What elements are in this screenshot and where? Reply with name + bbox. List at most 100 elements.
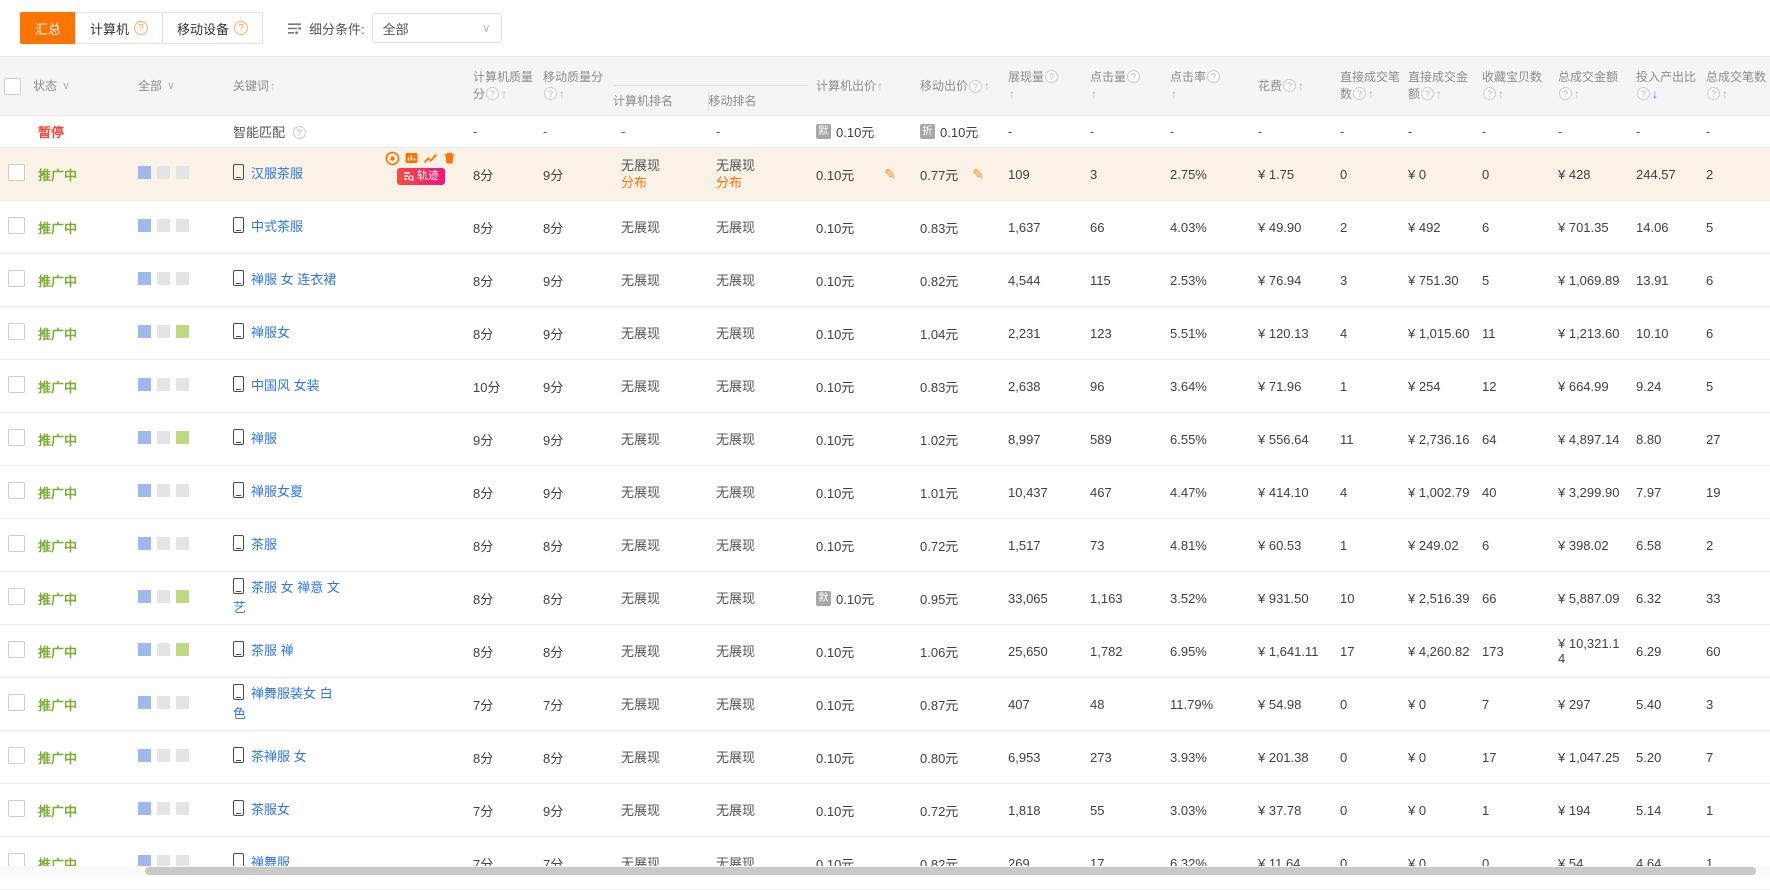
tab-mobile[interactable]: 移动设备 ?: [162, 12, 263, 44]
col-header-direct-amount[interactable]: 直接成交金额?↑: [1400, 57, 1474, 115]
col-header-keyword[interactable]: 关键词 ↑: [225, 57, 465, 115]
cell-clicks: 73: [1082, 538, 1162, 553]
cell-total-orders: 60: [1698, 644, 1770, 659]
col-header-roi[interactable]: 投入产出比?↓: [1628, 57, 1698, 115]
help-icon[interactable]: ?: [1045, 70, 1058, 83]
sort-up-icon: ↑: [1009, 87, 1015, 101]
mobile-device-icon: [233, 323, 244, 339]
cell-mobile-score: -: [535, 124, 613, 139]
help-icon[interactable]: ?: [1637, 87, 1650, 100]
cell-cost: ¥ 60.53: [1250, 538, 1332, 553]
keyword-link[interactable]: 禅服 女 连衣裙: [251, 272, 336, 287]
col-header-mobile-score[interactable]: 移动质量分?↑: [535, 57, 613, 115]
help-icon[interactable]: ?: [1483, 87, 1496, 100]
cell-impressions: 1,818: [1000, 803, 1082, 818]
col-header-computer-score[interactable]: 计算机质量分?↑: [465, 57, 535, 115]
keyword-link[interactable]: 茶服 女 禅意 文艺: [233, 580, 340, 615]
horizontal-scrollbar-thumb[interactable]: [145, 867, 1756, 875]
help-icon[interactable]: ?: [1207, 70, 1220, 83]
col-header-mobile-bid[interactable]: 移动出价?↑: [912, 57, 1000, 115]
col-header-computer-bid[interactable]: 计算机出价↑: [808, 57, 912, 115]
row-checkbox[interactable]: [8, 535, 25, 552]
tab-summary[interactable]: 汇总: [20, 12, 76, 44]
cell-mobile-rank: 无展现 分布: [708, 378, 808, 395]
quality-bar-2: [157, 537, 170, 550]
cell-cost: ¥ 71.96: [1250, 379, 1332, 394]
row-checkbox[interactable]: [8, 323, 25, 340]
keyword-link[interactable]: 中国风 女装: [251, 378, 320, 393]
keyword-link[interactable]: 汉服茶服: [251, 166, 303, 181]
track-badge[interactable]: 轨迹: [397, 168, 445, 185]
cell-total-amount: ¥ 297: [1550, 697, 1628, 712]
cell-direct-amount: ¥ 0: [1400, 167, 1474, 182]
row-checkbox[interactable]: [8, 747, 25, 764]
table-header: 状态 ∨ 全部 ∨ 关键词 ↑ 计算机质量分?↑ 移动质量分?↑ 计算机排名 移…: [0, 56, 1770, 116]
col-header-quality-filter[interactable]: 全部 ∨: [130, 57, 225, 115]
help-icon[interactable]: ?: [1707, 87, 1720, 100]
col-header-computer-rank[interactable]: 计算机排名: [613, 91, 708, 111]
cell-direct-amount: ¥ 2,516.39: [1400, 591, 1474, 606]
quality-bar-1: [138, 166, 151, 179]
cell-computer-score: 8分: [465, 748, 535, 767]
col-header-status[interactable]: 状态 ∨: [30, 57, 130, 115]
col-header-mobile-rank[interactable]: 移动排名: [708, 91, 808, 111]
help-icon[interactable]: ?: [1559, 87, 1572, 100]
mobile-device-icon: [233, 482, 244, 498]
target-icon[interactable]: [385, 151, 400, 166]
cell-computer-rank: 无展现 分布: [613, 272, 708, 289]
help-icon[interactable]: ?: [544, 87, 557, 100]
segment-select[interactable]: 全部 ∨: [372, 13, 502, 43]
col-header-total-orders[interactable]: 总成交笔数?↑: [1698, 57, 1770, 115]
tab-computer[interactable]: 计算机 ?: [75, 12, 163, 44]
select-all-checkbox[interactable]: [4, 78, 21, 95]
keyword-link[interactable]: 茶服女: [251, 802, 290, 817]
help-icon[interactable]: ?: [1421, 87, 1434, 100]
cell-computer-rank: 无展现 分布: [613, 643, 708, 660]
help-icon[interactable]: ?: [969, 80, 982, 93]
col-header-favorites[interactable]: 收藏宝贝数?↑: [1474, 57, 1550, 115]
keyword-link[interactable]: 禅服: [251, 431, 277, 446]
edit-bid-icon[interactable]: ✎: [884, 166, 912, 183]
distribution-link[interactable]: 分布: [621, 174, 708, 191]
report-icon[interactable]: [404, 151, 419, 166]
help-icon[interactable]: ?: [1353, 87, 1366, 100]
keyword-link[interactable]: 禅服女: [251, 325, 290, 340]
cell-direct-orders: 4: [1332, 485, 1400, 500]
row-checkbox[interactable]: [8, 164, 25, 181]
row-checkbox[interactable]: [8, 376, 25, 393]
table-row: 推广中 茶服女 轨迹: [0, 784, 1770, 837]
row-checkbox[interactable]: [8, 429, 25, 446]
row-checkbox[interactable]: [8, 270, 25, 287]
row-checkbox[interactable]: [8, 800, 25, 817]
keyword-link[interactable]: 中式茶服: [251, 219, 303, 234]
row-checkbox[interactable]: [8, 588, 25, 605]
col-header-ctr[interactable]: 点击率?↑: [1162, 57, 1250, 115]
keyword-link[interactable]: 茶禅服 女: [251, 749, 307, 764]
col-header-direct-orders[interactable]: 直接成交笔数?↑: [1332, 57, 1400, 115]
row-checkbox[interactable]: [8, 694, 25, 711]
help-icon[interactable]: ?: [1127, 70, 1140, 83]
help-icon[interactable]: ?: [293, 126, 306, 139]
help-icon[interactable]: ?: [486, 87, 499, 100]
col-header-total-amount[interactable]: 总成交金额?↑: [1550, 57, 1628, 115]
quality-bar-3: [176, 802, 189, 815]
keyword-link[interactable]: 禅舞服装女 白色: [233, 686, 333, 721]
keyword-link[interactable]: 茶服 禅: [251, 643, 294, 658]
help-icon[interactable]: ?: [234, 21, 248, 35]
help-icon[interactable]: ?: [1283, 79, 1296, 92]
col-header-clicks[interactable]: 点击量?↑: [1082, 57, 1162, 115]
col-header-cost[interactable]: 花费?↑: [1250, 57, 1332, 115]
row-checkbox[interactable]: [8, 482, 25, 499]
keyword-link[interactable]: 茶服: [251, 537, 277, 552]
distribution-link[interactable]: 分布: [716, 174, 808, 191]
row-checkbox[interactable]: [8, 641, 25, 658]
keyword-link[interactable]: 禅服女夏: [251, 484, 303, 499]
trend-chart-icon[interactable]: [423, 151, 438, 166]
edit-bid-icon[interactable]: ✎: [972, 166, 1000, 183]
col-header-impressions[interactable]: 展现量?↑: [1000, 57, 1082, 115]
row-checkbox[interactable]: [8, 217, 25, 234]
cell-mobile-bid: 0.87元 ✎: [912, 695, 1000, 714]
cell-mobile-bid: 0.83元 ✎: [912, 377, 1000, 396]
delete-icon[interactable]: [442, 151, 457, 166]
help-icon[interactable]: ?: [134, 21, 148, 35]
